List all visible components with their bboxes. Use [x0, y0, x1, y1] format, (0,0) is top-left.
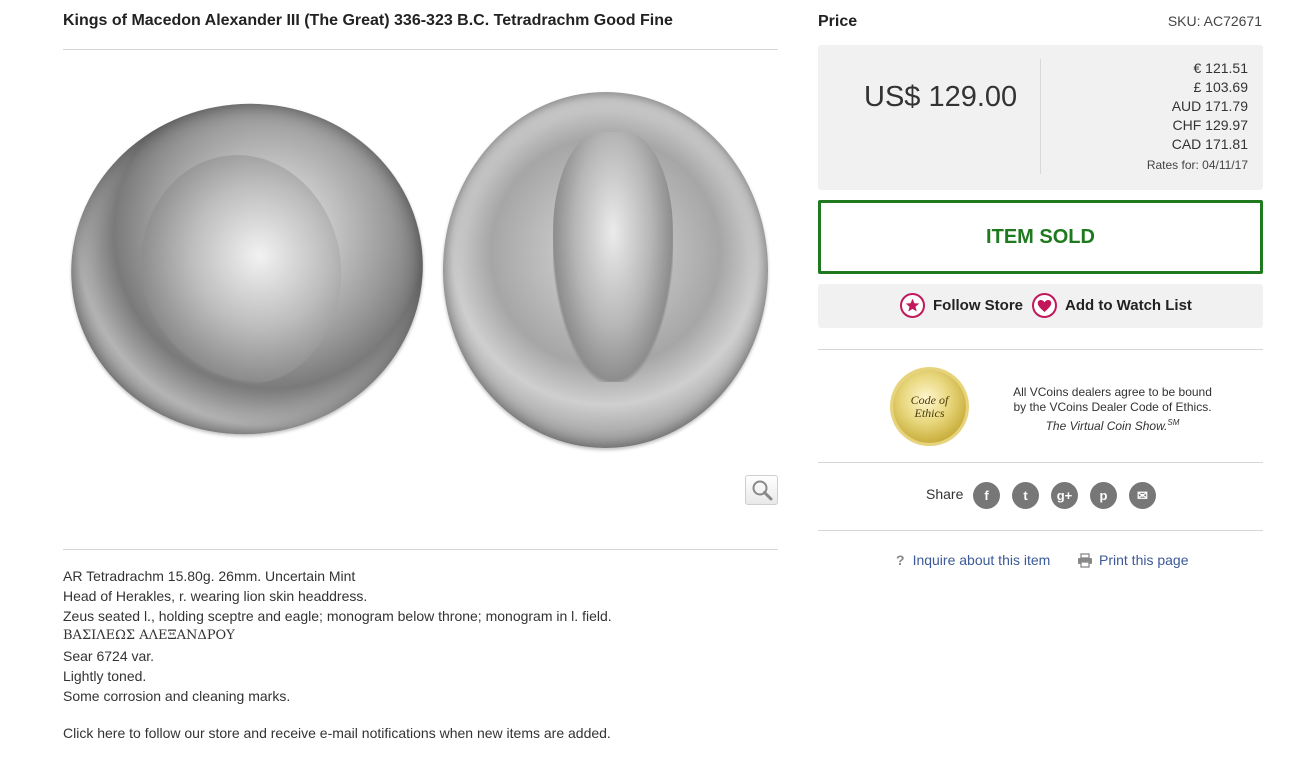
- item-sold-label: ITEM SOLD: [986, 225, 1095, 248]
- follow-store-button[interactable]: Follow Store: [900, 293, 1023, 318]
- description-line: Some corrosion and cleaning marks.: [63, 688, 291, 704]
- zoom-button[interactable]: [745, 475, 778, 505]
- conversion-aud: AUD 171.79: [1171, 98, 1248, 114]
- ethics-text-line1: All VCoins dealers agree to be bound: [1013, 385, 1212, 399]
- seal-text-line1: Code of: [910, 392, 949, 407]
- coin-obverse-image[interactable]: [49, 81, 445, 457]
- coin-image[interactable]: [49, 80, 778, 460]
- print-link[interactable]: Print this page: [1077, 552, 1189, 568]
- service-mark: SM: [1167, 418, 1180, 427]
- description-legend: ΒΑΣΙΛΕΩΣ ΑΛΕΞΑΝΔΡΟΥ: [63, 628, 235, 643]
- add-to-watch-list-label: Add to Watch List: [1065, 297, 1192, 314]
- coin-reverse-image[interactable]: [443, 92, 768, 448]
- share-divider: [818, 530, 1263, 531]
- conversion-eur: € 121.51: [1193, 60, 1249, 76]
- print-label: Print this page: [1099, 552, 1189, 568]
- store-actions: Follow Store Add to Watch List: [818, 284, 1263, 328]
- code-of-ethics-text: All VCoins dealers agree to be bound by …: [1005, 385, 1220, 434]
- add-to-watch-list-button[interactable]: Add to Watch List: [1032, 293, 1192, 318]
- description-line: Zeus seated l., holding sceptre and eagl…: [63, 608, 612, 624]
- conversion-gbp: £ 103.69: [1193, 79, 1249, 95]
- email-icon[interactable]: ✉: [1129, 482, 1156, 509]
- rates-date: Rates for: 04/11/17: [1146, 158, 1248, 172]
- conversion-chf: CHF 129.97: [1172, 117, 1248, 133]
- item-title: Kings of Macedon Alexander III (The Grea…: [63, 12, 673, 29]
- item-sold-status: ITEM SOLD: [818, 200, 1263, 274]
- description-line: Lightly toned.: [63, 668, 147, 684]
- usd-price: US$ 129.00: [864, 81, 1018, 113]
- price-box: US$ 129.00 € 121.51 £ 103.69 AUD 171.79 …: [818, 45, 1263, 190]
- price-label: Price: [818, 13, 858, 30]
- zeus-seated-relief: [553, 132, 673, 382]
- google-plus-icon[interactable]: g+: [1051, 482, 1078, 509]
- ethics-text-line2: by the VCoins Dealer Code of Ethics.: [1013, 400, 1212, 414]
- price-divider: [1040, 59, 1041, 174]
- twitter-icon[interactable]: t: [1012, 482, 1039, 509]
- facebook-icon[interactable]: f: [973, 482, 1000, 509]
- currency-conversions: € 121.51 £ 103.69 AUD 171.79 CHF 129.97 …: [1172, 59, 1248, 154]
- printer-icon: [1078, 552, 1092, 568]
- sku-label: SKU: AC72671: [1167, 13, 1262, 29]
- actions-divider: [818, 349, 1263, 350]
- description-line: Head of Herakles, r. wearing lion skin h…: [63, 588, 368, 604]
- question-icon: ?: [896, 552, 905, 568]
- code-of-ethics-seal[interactable]: Code of Ethics: [893, 370, 966, 443]
- conversion-cad: CAD 171.81: [1171, 136, 1248, 152]
- description-line: AR Tetradrachm 15.80g. 26mm. Uncertain M…: [63, 568, 356, 584]
- inquire-label: Inquire about this item: [912, 552, 1051, 568]
- magnifier-icon: [752, 480, 772, 501]
- follow-store-label: Follow Store: [933, 297, 1023, 314]
- inquire-link[interactable]: ? Inquire about this item: [896, 552, 1050, 568]
- ethics-text-line3: The Virtual Coin Show.: [1045, 419, 1168, 433]
- item-description: AR Tetradrachm 15.80g. 26mm. Uncertain M…: [63, 566, 778, 706]
- title-divider: [63, 49, 778, 50]
- description-divider: [63, 549, 778, 550]
- heart-icon: [1032, 293, 1057, 318]
- herakles-head-relief: [126, 142, 357, 398]
- share-label: Share: [926, 486, 964, 502]
- share-icons: f t g+ p ✉: [973, 482, 1156, 509]
- description-line: Sear 6724 var.: [63, 648, 155, 664]
- ethics-divider: [818, 462, 1263, 463]
- star-icon: [900, 293, 925, 318]
- pinterest-icon[interactable]: p: [1090, 482, 1117, 509]
- seal-text-line2: Ethics: [914, 405, 945, 420]
- follow-store-link[interactable]: Click here to follow our store and recei…: [63, 725, 611, 741]
